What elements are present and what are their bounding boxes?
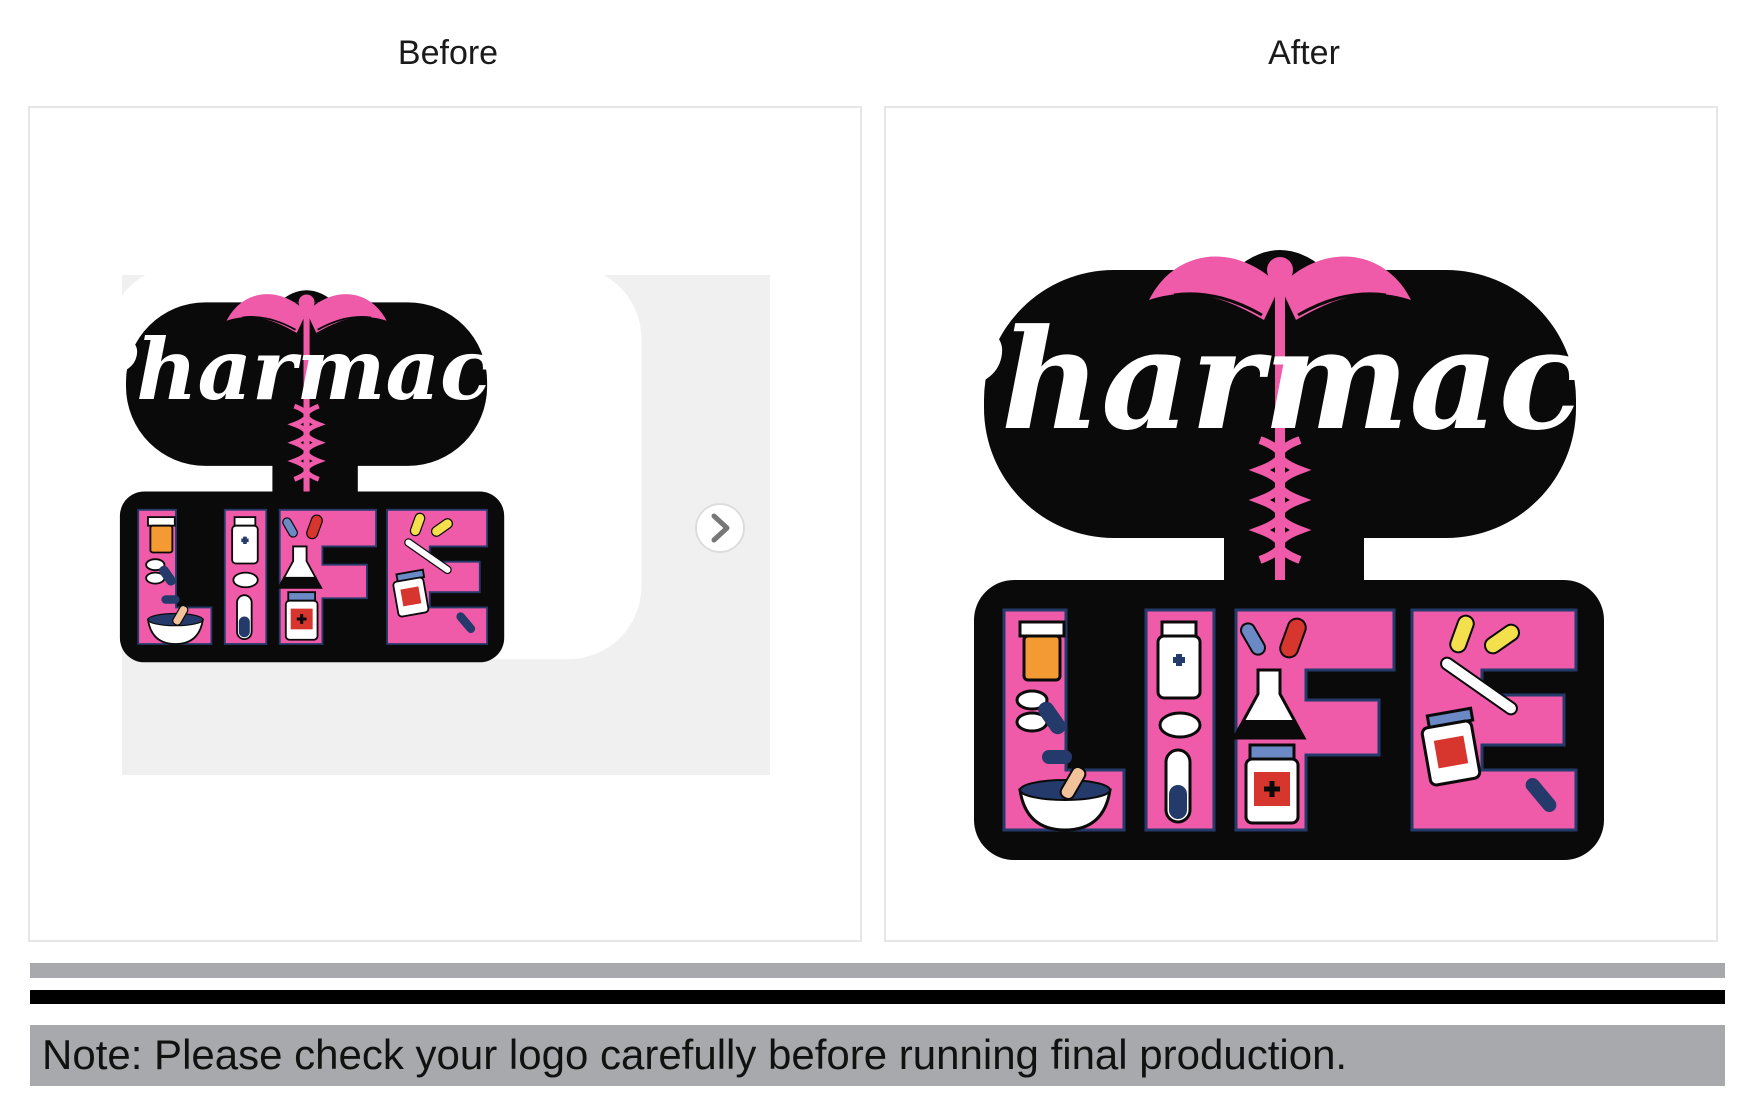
divider-black	[30, 990, 1725, 1004]
before-mockup	[30, 265, 770, 775]
next-arrow-icon[interactable]	[695, 503, 745, 553]
logo-vector	[893, 250, 1672, 860]
after-panel: Pharmacy	[884, 106, 1718, 942]
production-note: Note: Please check your logo carefully b…	[30, 1025, 1725, 1086]
after-mockup: Pharmacy	[886, 108, 1716, 940]
divider-gray	[30, 963, 1725, 978]
after-heading: After	[1268, 34, 1340, 72]
before-heading: Before	[397, 34, 499, 72]
before-panel	[28, 106, 862, 942]
sticker-logo	[71, 265, 642, 663]
